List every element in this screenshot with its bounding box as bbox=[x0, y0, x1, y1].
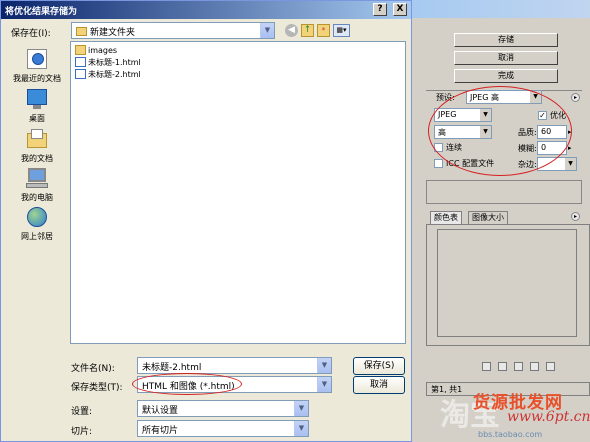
close-button[interactable]: X bbox=[393, 3, 407, 16]
help-button[interactable]: ? bbox=[373, 3, 387, 16]
slices-label: 切片: bbox=[71, 427, 93, 437]
places-bar: 我最近的文档 桌面 我的文档 我的电脑 网上邻居 bbox=[7, 41, 65, 343]
annotation-circle bbox=[132, 373, 242, 395]
chevron-down-icon[interactable]: ▼ bbox=[260, 23, 274, 38]
save-in-combo[interactable]: 新建文件夹 ▼ bbox=[71, 22, 275, 39]
list-item[interactable]: images bbox=[75, 45, 117, 55]
dialog-title: 将优化结果存储为 bbox=[1, 1, 411, 19]
view-menu-icon[interactable]: ▦▾ bbox=[333, 24, 350, 37]
place-recent[interactable]: 我最近的文档 bbox=[7, 47, 67, 84]
new-color-icon[interactable] bbox=[530, 362, 539, 371]
filename-input[interactable]: 未标题-2.html ▼ bbox=[137, 357, 332, 374]
chevron-down-icon[interactable]: ▼ bbox=[294, 421, 308, 436]
filetype-label: 保存类型(T): bbox=[71, 383, 123, 393]
lock-color-icon[interactable] bbox=[482, 362, 491, 371]
panel-menu-icon[interactable]: ▸ bbox=[571, 93, 580, 102]
settings-label: 设置: bbox=[71, 407, 93, 417]
tab-image-size[interactable]: 图像大小 bbox=[468, 211, 508, 224]
folder-icon bbox=[76, 27, 87, 36]
watermark-url: www.6pt.cn bbox=[507, 409, 590, 425]
panel-menu-icon[interactable]: ▸ bbox=[571, 212, 580, 221]
settings-select[interactable]: 默认设置 ▼ bbox=[137, 400, 309, 417]
web-snap-icon[interactable] bbox=[498, 362, 507, 371]
done-button[interactable]: 完成 bbox=[454, 69, 558, 83]
icc-checkbox[interactable] bbox=[434, 159, 443, 168]
tab-color-table[interactable]: 颜色表 bbox=[430, 211, 462, 224]
chevron-down-icon[interactable]: ▼ bbox=[317, 358, 331, 373]
new-folder-icon[interactable]: * bbox=[317, 24, 330, 37]
settings-frame bbox=[426, 180, 582, 204]
list-item[interactable]: 未标题-1.html bbox=[75, 57, 141, 68]
color-table-area bbox=[437, 229, 577, 337]
color-table-panel bbox=[426, 224, 590, 346]
file-list[interactable]: images 未标题-1.html 未标题-2.html bbox=[70, 41, 406, 344]
recent-documents-icon bbox=[24, 47, 50, 71]
place-my-computer[interactable]: 我的电脑 bbox=[7, 166, 67, 203]
my-computer-icon bbox=[24, 166, 50, 190]
watermark-site: bbs.taobao.com bbox=[478, 430, 543, 439]
place-desktop[interactable]: 桌面 bbox=[7, 87, 67, 124]
slices-select[interactable]: 所有切片 ▼ bbox=[137, 420, 309, 437]
html-file-icon bbox=[75, 57, 86, 67]
my-documents-icon bbox=[24, 127, 50, 151]
save-in-value: 新建文件夹 bbox=[90, 28, 136, 38]
up-folder-icon[interactable]: ↑ bbox=[301, 24, 314, 37]
html-file-icon bbox=[75, 69, 86, 79]
list-item[interactable]: 未标题-2.html bbox=[75, 69, 141, 80]
chevron-down-icon[interactable]: ▼ bbox=[294, 401, 308, 416]
store-button[interactable]: 存储 bbox=[454, 33, 558, 47]
save-in-label: 保存在(I): bbox=[11, 29, 51, 39]
cube-icon[interactable] bbox=[514, 362, 523, 371]
cancel-button[interactable]: 取消 bbox=[454, 51, 558, 65]
trash-icon[interactable] bbox=[546, 362, 555, 371]
panel-title-bar bbox=[412, 0, 590, 18]
back-icon[interactable]: ◀ bbox=[285, 24, 298, 37]
place-my-documents[interactable]: 我的文档 bbox=[7, 127, 67, 164]
chevron-down-icon[interactable]: ▼ bbox=[317, 377, 331, 392]
optimize-panel: 存储 取消 完成 预设: JPEG 高 ▼ ▸ JPEG ▼ ✓ 优化 高 ▼ 品质:… bbox=[412, 0, 590, 442]
network-places-icon bbox=[24, 205, 50, 229]
save-button[interactable]: 保存(S) bbox=[353, 357, 405, 375]
desktop-icon bbox=[24, 87, 50, 111]
chevron-down-icon: ▼ bbox=[565, 158, 576, 170]
save-dialog: 将优化结果存储为 ? X 保存在(I): 新建文件夹 ▼ ◀ ↑ * ▦▾ 我最… bbox=[0, 0, 412, 442]
annotation-circle bbox=[428, 86, 572, 176]
place-network[interactable]: 网上邻居 bbox=[7, 205, 67, 242]
filename-label: 文件名(N): bbox=[71, 364, 115, 374]
folder-icon bbox=[75, 45, 86, 55]
cancel-button[interactable]: 取消 bbox=[353, 376, 405, 394]
